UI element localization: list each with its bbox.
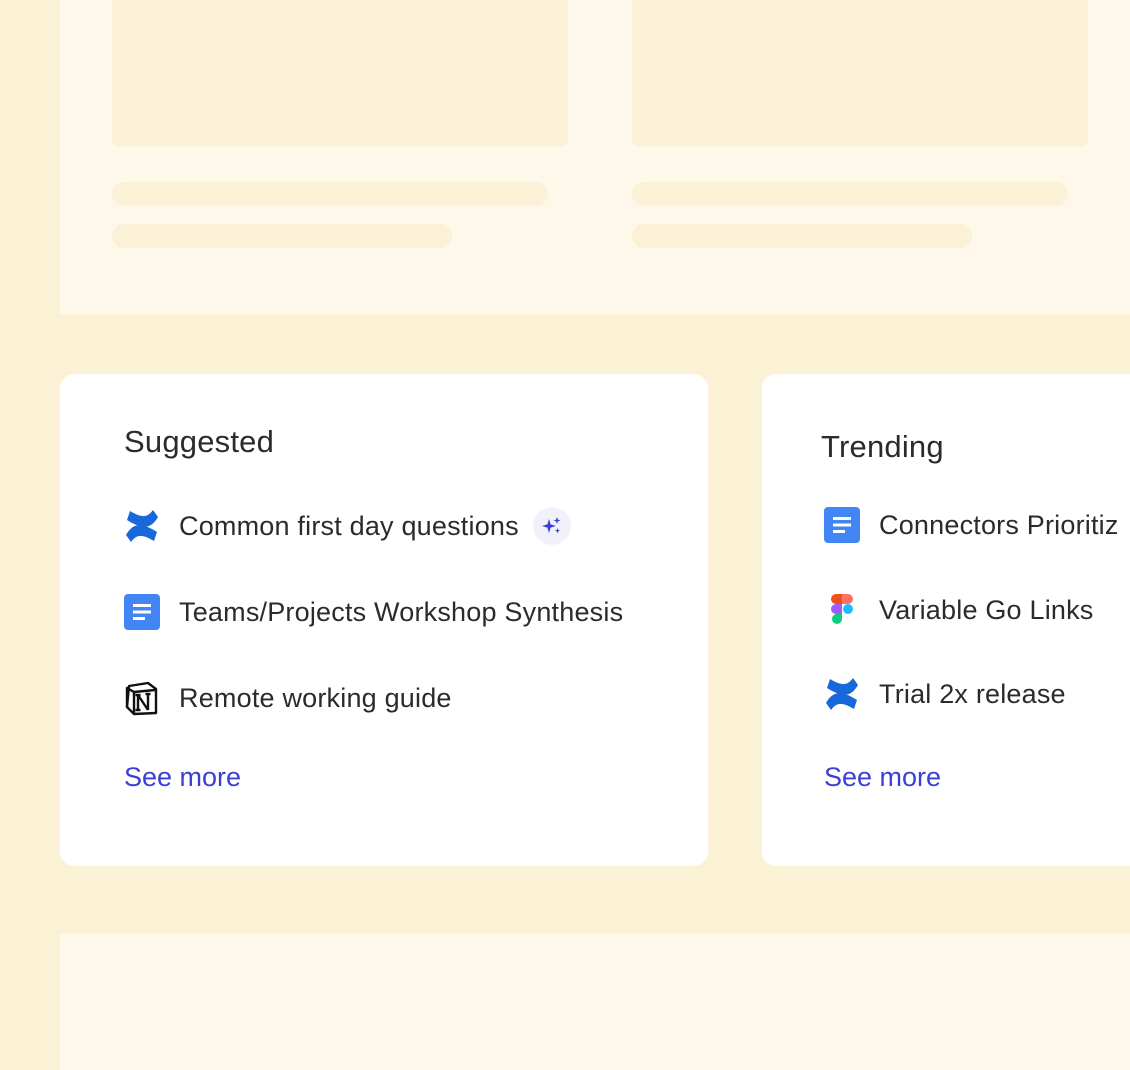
- suggested-item[interactable]: Common first day questions: [124, 507, 571, 545]
- top-placeholder-panel: [60, 0, 1130, 314]
- see-more-link[interactable]: See more: [824, 762, 941, 793]
- google-docs-icon: [124, 594, 160, 630]
- suggested-title: Suggested: [124, 424, 275, 459]
- figma-icon: [824, 592, 860, 628]
- item-label: Connectors Prioritiz: [879, 509, 1119, 540]
- trending-item[interactable]: Connectors Prioritiz: [824, 507, 1119, 543]
- item-label: Remote working guide: [179, 682, 452, 713]
- notion-icon: [124, 680, 160, 716]
- placeholder-line: [112, 182, 548, 206]
- confluence-icon: [124, 508, 160, 544]
- see-more-link[interactable]: See more: [124, 762, 241, 793]
- placeholder-line: [632, 182, 1068, 206]
- item-label: Trial 2x release: [879, 678, 1066, 709]
- trending-title: Trending: [821, 429, 944, 464]
- placeholder-line: [632, 224, 972, 248]
- trending-item[interactable]: Trial 2x release: [824, 676, 1066, 712]
- placeholder-image: [112, 0, 568, 146]
- item-label: Common first day questions: [179, 510, 519, 541]
- trending-item[interactable]: Variable Go Links: [824, 592, 1094, 628]
- suggested-item[interactable]: Teams/Projects Workshop Synthesis: [124, 594, 623, 630]
- item-label: Teams/Projects Workshop Synthesis: [179, 596, 624, 627]
- sparkle-icon: [532, 507, 571, 545]
- suggested-card: Suggested Common first day questions Tea…: [60, 374, 708, 866]
- trending-card: Trending Connectors Prioritiz Variable G…: [762, 374, 1130, 866]
- google-docs-icon: [824, 507, 860, 543]
- suggested-item[interactable]: Remote working guide: [124, 680, 452, 716]
- item-label: Variable Go Links: [879, 594, 1094, 625]
- placeholder-image: [632, 0, 1088, 146]
- bottom-placeholder-panel: [60, 934, 1130, 1070]
- placeholder-line: [112, 224, 452, 248]
- confluence-icon: [824, 676, 860, 712]
